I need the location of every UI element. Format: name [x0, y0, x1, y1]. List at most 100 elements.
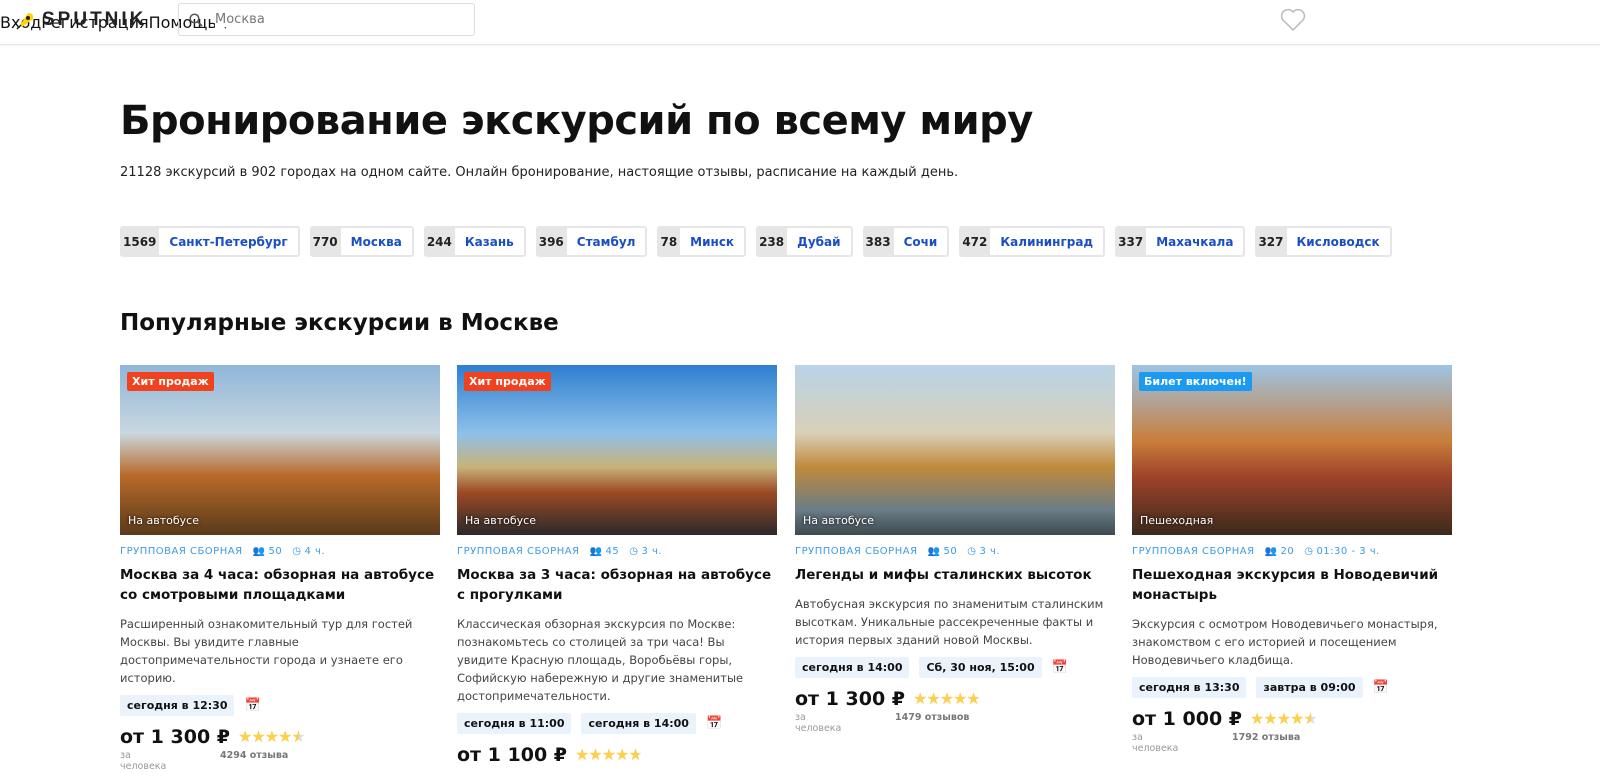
city-name: Махачкала — [1156, 234, 1234, 249]
excursion-card[interactable]: Хит продаж На автобусе ГРУППОВАЯ СБОРНАЯ… — [457, 365, 777, 768]
review-count[interactable]: 1792 отзыва — [1232, 732, 1300, 754]
excursion-image[interactable]: Билет включен! Пешеходная — [1132, 365, 1452, 535]
city-link[interactable]: 244 Казань — [423, 226, 526, 257]
excursion-card[interactable]: Билет включен! Пешеходная ГРУППОВАЯ СБОР… — [1132, 365, 1452, 754]
city-link[interactable]: 770 Москва — [309, 226, 414, 257]
excursion-title[interactable]: Москва за 3 часа: обзорная на автобусе с… — [457, 565, 777, 605]
transport-label: На автобусе — [128, 514, 199, 527]
search-icon — [189, 12, 203, 27]
excursion-title[interactable]: Пешеходная экскурсия в Новодевичий монас… — [1132, 565, 1452, 605]
excursion-description: Автобусная экскурсия по знаменитым стали… — [795, 597, 1104, 647]
city-count: 396 — [537, 228, 567, 255]
group-icon: 👥 — [252, 546, 266, 557]
date-chip[interactable]: сегодня в 11:00 — [457, 713, 572, 734]
date-chip[interactable]: сегодня в 13:30 — [1132, 677, 1247, 698]
city-link[interactable]: 337 Махачкала — [1115, 226, 1246, 257]
rating-stars: ★★★★★ ★★★★★ — [238, 727, 306, 746]
rocket-icon — [16, 13, 34, 30]
city-link[interactable]: 383 Сочи — [862, 226, 950, 257]
city-count: 238 — [758, 228, 788, 255]
excursion-image[interactable]: Хит продаж На автобусе — [457, 365, 777, 535]
group-size: 45 — [605, 546, 620, 557]
price: от 1 000 ₽ — [1132, 708, 1243, 730]
price-note: за человека — [120, 750, 167, 772]
transport-label: На автобусе — [465, 514, 536, 527]
clock-icon: ◷ — [1304, 546, 1314, 557]
group-icon: 👥 — [1264, 546, 1278, 557]
rating-stars: ★★★★★ ★★★★★ — [575, 745, 643, 764]
city-name: Сочи — [903, 234, 938, 249]
page-subtitle: 21128 экскурсий в 902 городах на одном с… — [120, 165, 959, 180]
duration: 4 ч. — [304, 546, 326, 557]
badge: Хит продаж — [127, 372, 214, 391]
search-box[interactable] — [178, 3, 475, 36]
date-chip[interactable]: Сб, 30 ноя, 15:00 — [919, 657, 1042, 678]
excursion-card[interactable]: На автобусе ГРУППОВАЯ СБОРНАЯ 👥 50 ◷ 3 ч. … — [795, 365, 1115, 734]
excursion-type: ГРУППОВАЯ СБОРНАЯ — [457, 546, 580, 557]
price: от 1 300 ₽ — [795, 688, 906, 710]
duration: 3 ч. — [641, 546, 663, 557]
review-count[interactable]: 4294 отзыва — [220, 750, 288, 772]
header: SPUTNIK Вход Регистрация Помощь ▼ — [0, 0, 1600, 45]
rating-stars: ★★★★★ ★★★★★ — [1250, 709, 1318, 728]
city-count: 244 — [425, 228, 455, 255]
excursion-type: ГРУППОВАЯ СБОРНАЯ — [1132, 546, 1255, 557]
excursion-meta: ГРУППОВАЯ СБОРНАЯ 👥 45 ◷ 3 ч. — [457, 546, 777, 557]
badge: Хит продаж — [464, 372, 551, 391]
excursion-description: Экскурсия с осмотром Новодевичьего монас… — [1132, 617, 1438, 667]
excursion-meta: ГРУППОВАЯ СБОРНАЯ 👥 20 ◷ 01:30 - 3 ч. — [1132, 546, 1452, 557]
date-chip[interactable]: сегодня в 12:30 — [120, 695, 235, 716]
price-note: за человека — [795, 712, 842, 734]
city-link[interactable]: 78 Минск — [657, 226, 747, 257]
city-name: Дубай — [797, 234, 841, 249]
date-chip[interactable]: сегодня в 14:00 — [795, 657, 910, 678]
city-link[interactable]: 238 Дубай — [756, 226, 853, 257]
city-link[interactable]: 327 Кисловодск — [1255, 226, 1392, 257]
price: от 1 100 ₽ — [457, 744, 568, 766]
city-name: Калининград — [1000, 234, 1094, 249]
section-title: Популярные экскурсии в Москве — [120, 310, 559, 336]
city-count: 78 — [659, 228, 681, 255]
excursion-card[interactable]: Хит продаж На автобусе ГРУППОВАЯ СБОРНАЯ… — [120, 365, 440, 772]
city-count: 770 — [311, 228, 341, 255]
city-link[interactable]: 396 Стамбул — [535, 226, 648, 257]
calendar-icon[interactable]: 📅 — [1373, 680, 1389, 695]
calendar-icon[interactable]: 📅 — [1052, 660, 1068, 675]
city-link[interactable]: 1569 Санкт-Петербург — [120, 226, 300, 257]
transport-label: На автобусе — [803, 514, 874, 527]
city-name: Санкт-Петербург — [169, 234, 288, 249]
excursion-title[interactable]: Легенды и мифы сталинских высоток — [795, 565, 1115, 585]
page-title: Бронирование экскурсий по всему миру — [120, 98, 1033, 144]
group-icon: 👥 — [927, 546, 941, 557]
excursion-image[interactable]: На автобусе — [795, 365, 1115, 535]
date-chip[interactable]: сегодня в 14:00 — [581, 713, 696, 734]
city-count: 327 — [1257, 228, 1287, 255]
city-count: 337 — [1117, 228, 1147, 255]
group-size: 50 — [943, 546, 958, 557]
city-name: Москва — [350, 234, 402, 249]
clock-icon: ◷ — [629, 546, 639, 557]
excursion-title[interactable]: Москва за 4 часа: обзорная на автобусе с… — [120, 565, 440, 605]
excursion-type: ГРУППОВАЯ СБОРНАЯ — [120, 546, 243, 557]
calendar-icon[interactable]: 📅 — [244, 698, 260, 713]
city-count: 1569 — [122, 228, 160, 255]
excursion-image[interactable]: Хит продаж На автобусе — [120, 365, 440, 535]
logo[interactable]: SPUTNIK — [14, 9, 146, 31]
group-size: 20 — [1280, 546, 1295, 557]
clock-icon: ◷ — [967, 546, 977, 557]
city-name: Стамбул — [576, 234, 636, 249]
city-name: Казань — [464, 234, 514, 249]
duration: 01:30 - 3 ч. — [1316, 546, 1380, 557]
rating-stars: ★★★★★ ★★★★★ — [913, 689, 981, 708]
review-count[interactable]: 1479 отзывов — [895, 712, 969, 734]
calendar-icon[interactable]: 📅 — [706, 716, 722, 731]
favorites-heart-icon[interactable] — [1280, 8, 1306, 32]
price-note: за человека — [1132, 732, 1179, 754]
city-link[interactable]: 472 Калининград — [959, 226, 1106, 257]
date-chip[interactable]: завтра в 09:00 — [1256, 677, 1363, 698]
excursion-description: Классическая обзорная экскурсия по Москв… — [457, 617, 744, 703]
excursion-meta: ГРУППОВАЯ СБОРНАЯ 👥 50 ◷ 4 ч. — [120, 546, 440, 557]
city-name: Минск — [690, 234, 735, 249]
search-input[interactable] — [215, 12, 445, 27]
group-size: 50 — [268, 546, 283, 557]
